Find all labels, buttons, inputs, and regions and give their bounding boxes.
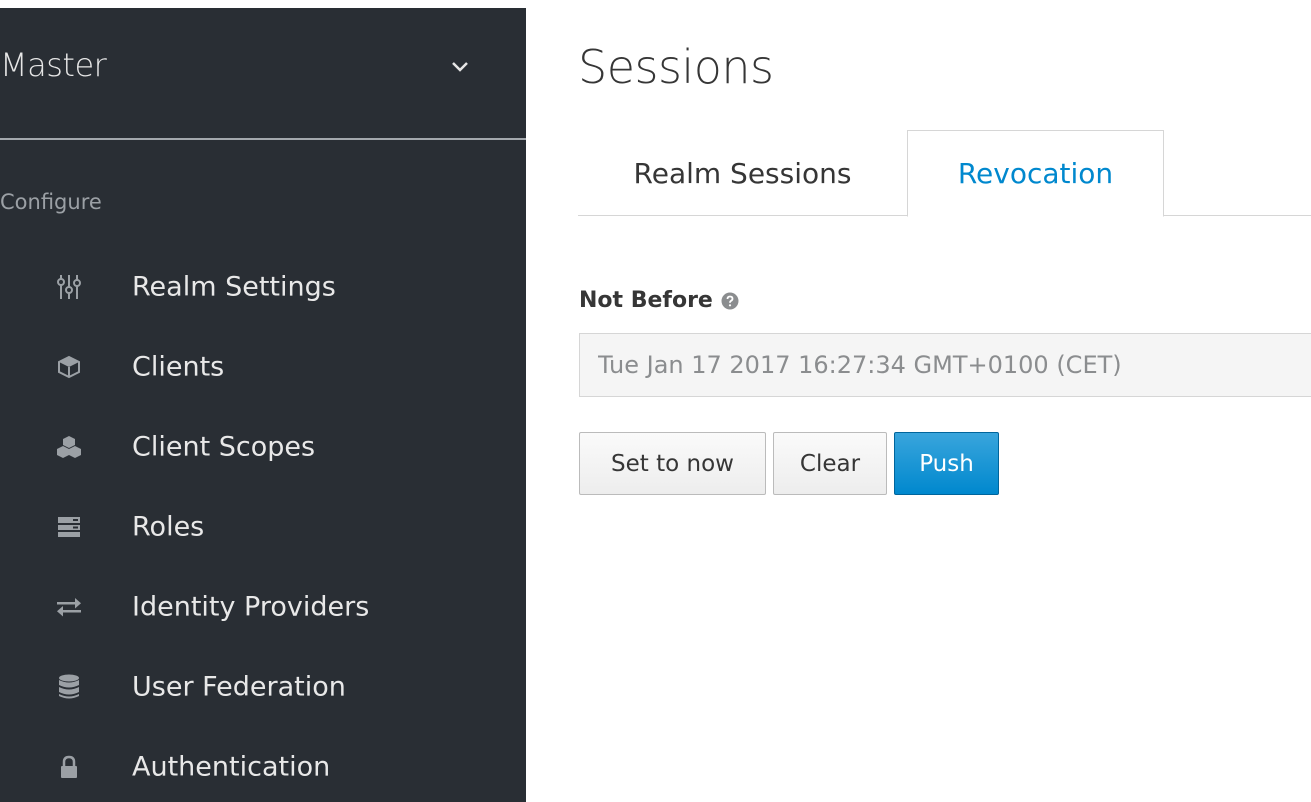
sidebar-item-user-federation[interactable]: User Federation — [0, 657, 526, 717]
not-before-label-text: Not Before — [579, 288, 713, 313]
sidebar-item-label: User Federation — [132, 671, 346, 703]
cube-icon — [56, 354, 82, 380]
realm-name: Master — [0, 46, 107, 84]
sidebar-item-label: Authentication — [132, 751, 331, 783]
sidebar-item-label: Clients — [132, 351, 225, 383]
sidebar-item-authentication[interactable]: Authentication — [0, 737, 526, 797]
cubes-icon — [56, 434, 82, 460]
lock-icon — [56, 754, 82, 780]
tab-bar: Realm Sessions Revocation — [578, 130, 1311, 217]
push-button[interactable]: Push — [894, 432, 999, 495]
tab-realm-sessions[interactable]: Realm Sessions — [578, 130, 907, 216]
sidebar-item-label: Client Scopes — [132, 431, 316, 463]
server-stack-icon — [56, 514, 82, 540]
help-icon[interactable] — [721, 292, 739, 310]
database-icon — [56, 674, 82, 700]
tab-revocation[interactable]: Revocation — [907, 130, 1164, 217]
chevron-down-icon — [452, 62, 468, 72]
page-title: Sessions — [578, 40, 774, 94]
sidebar-item-realm-settings[interactable]: Realm Settings — [0, 257, 526, 317]
sliders-icon — [56, 274, 82, 300]
sidebar-item-label: Identity Providers — [132, 591, 370, 623]
sidebar: Master Configure Realm Settings Clients … — [0, 8, 526, 802]
set-to-now-button[interactable]: Set to now — [579, 432, 766, 495]
exchange-arrows-icon — [56, 594, 82, 620]
realm-selector[interactable]: Master — [0, 8, 526, 140]
clear-button[interactable]: Clear — [773, 432, 887, 495]
section-label-configure: Configure — [0, 190, 102, 214]
sidebar-item-label: Roles — [132, 511, 205, 543]
app-window: Master Configure Realm Settings Clients … — [0, 0, 1311, 802]
sidebar-item-identity-providers[interactable]: Identity Providers — [0, 577, 526, 637]
not-before-label: Not Before — [579, 288, 739, 313]
sidebar-item-label: Realm Settings — [132, 271, 336, 303]
sidebar-item-client-scopes[interactable]: Client Scopes — [0, 417, 526, 477]
sidebar-item-clients[interactable]: Clients — [0, 337, 526, 397]
sidebar-item-roles[interactable]: Roles — [0, 497, 526, 557]
not-before-field[interactable] — [579, 333, 1311, 397]
